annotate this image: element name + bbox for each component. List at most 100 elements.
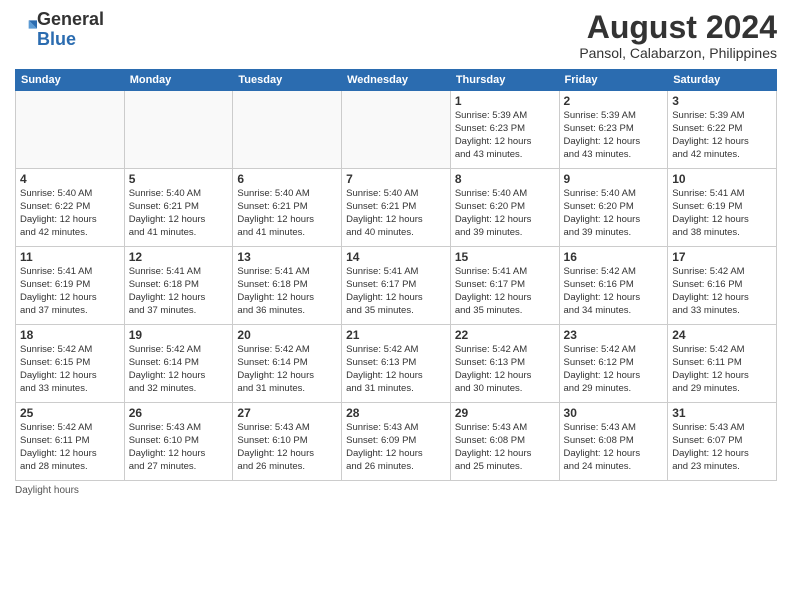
logo-general-text: General xyxy=(37,9,104,29)
day-info: Sunrise: 5:42 AM Sunset: 6:13 PM Dayligh… xyxy=(346,344,446,395)
calendar-cell: 15 Sunrise: 5:41 AM Sunset: 6:17 PM Dayli… xyxy=(450,247,559,325)
calendar-cell: 19Sunrise: 5:42 AM Sunset: 6:14 PM Dayli… xyxy=(124,325,233,403)
calendar-cell xyxy=(16,91,125,169)
calendar-cell: 8Sunrise: 5:40 AM Sunset: 6:20 PM Daylig… xyxy=(450,169,559,247)
week-row-3: 11Sunrise: 5:41 AM Sunset: 6:19 PM Dayli… xyxy=(16,247,777,325)
calendar-cell: 22 Sunrise: 5:42 AM Sunset: 6:13 PM Dayli… xyxy=(450,325,559,403)
day-info: Sunrise: 5:42 AM Sunset: 6:11 PM Dayligh… xyxy=(20,422,120,473)
day-header-wednesday: Wednesday xyxy=(342,70,451,91)
day-number: 23 xyxy=(564,328,664,342)
day-header-monday: Monday xyxy=(124,70,233,91)
calendar-cell: 14 Sunrise: 5:41 AM Sunset: 6:17 PM Dayli… xyxy=(342,247,451,325)
calendar-cell: 7 Sunrise: 5:40 AM Sunset: 6:21 PM Daylig… xyxy=(342,169,451,247)
calendar-cell: 29 Sunrise: 5:43 AM Sunset: 6:08 PM Dayli… xyxy=(450,403,559,481)
day-number: 4 xyxy=(20,172,120,186)
month-title: August 2024 xyxy=(579,10,777,45)
calendar-cell xyxy=(342,91,451,169)
calendar-cell: 12 Sunrise: 5:41 AM Sunset: 6:18 PM Dayli… xyxy=(124,247,233,325)
day-info: Sunrise: 5:42 AM Sunset: 6:16 PM Dayligh… xyxy=(564,266,664,317)
day-number: 12 xyxy=(129,250,229,264)
logo: General Blue xyxy=(15,10,104,50)
calendar-cell: 31Sunrise: 5:43 AM Sunset: 6:07 PM Dayli… xyxy=(668,403,777,481)
day-info: Sunrise: 5:43 AM Sunset: 6:08 PM Dayligh… xyxy=(455,422,555,473)
day-header-saturday: Saturday xyxy=(668,70,777,91)
day-number: 7 xyxy=(346,172,446,186)
week-row-4: 18 Sunrise: 5:42 AM Sunset: 6:15 PM Dayli… xyxy=(16,325,777,403)
day-info: Sunrise: 5:43 AM Sunset: 6:10 PM Dayligh… xyxy=(129,422,229,473)
day-info: Sunrise: 5:41 AM Sunset: 6:18 PM Dayligh… xyxy=(237,266,337,317)
day-number: 15 xyxy=(455,250,555,264)
calendar-cell: 5 Sunrise: 5:40 AM Sunset: 6:21 PM Daylig… xyxy=(124,169,233,247)
day-number: 28 xyxy=(346,406,446,420)
calendar-cell: 25 Sunrise: 5:42 AM Sunset: 6:11 PM Dayli… xyxy=(16,403,125,481)
calendar-cell: 13 Sunrise: 5:41 AM Sunset: 6:18 PM Dayli… xyxy=(233,247,342,325)
day-number: 10 xyxy=(672,172,772,186)
day-info: Sunrise: 5:40 AM Sunset: 6:20 PM Dayligh… xyxy=(564,188,664,239)
day-number: 2 xyxy=(564,94,664,108)
day-number: 21 xyxy=(346,328,446,342)
day-number: 16 xyxy=(564,250,664,264)
calendar-cell: 4 Sunrise: 5:40 AM Sunset: 6:22 PM Daylig… xyxy=(16,169,125,247)
day-info: Sunrise: 5:42 AM Sunset: 6:11 PM Dayligh… xyxy=(672,344,772,395)
day-header-tuesday: Tuesday xyxy=(233,70,342,91)
calendar-cell: 16 Sunrise: 5:42 AM Sunset: 6:16 PM Dayli… xyxy=(559,247,668,325)
day-number: 22 xyxy=(455,328,555,342)
calendar-cell: 18 Sunrise: 5:42 AM Sunset: 6:15 PM Dayli… xyxy=(16,325,125,403)
day-number: 11 xyxy=(20,250,120,264)
day-number: 25 xyxy=(20,406,120,420)
week-row-5: 25 Sunrise: 5:42 AM Sunset: 6:11 PM Dayli… xyxy=(16,403,777,481)
calendar-cell: 20 Sunrise: 5:42 AM Sunset: 6:14 PM Dayli… xyxy=(233,325,342,403)
day-number: 14 xyxy=(346,250,446,264)
day-number: 5 xyxy=(129,172,229,186)
title-block: August 2024 Pansol, Calabarzon, Philippi… xyxy=(579,10,777,61)
day-info: Sunrise: 5:41 AM Sunset: 6:17 PM Dayligh… xyxy=(346,266,446,317)
day-number: 18 xyxy=(20,328,120,342)
calendar-cell xyxy=(233,91,342,169)
day-info: Sunrise: 5:40 AM Sunset: 6:20 PM Dayligh… xyxy=(455,188,555,239)
day-info: Sunrise: 5:42 AM Sunset: 6:12 PM Dayligh… xyxy=(564,344,664,395)
day-info: Sunrise: 5:42 AM Sunset: 6:14 PM Dayligh… xyxy=(237,344,337,395)
header-row: SundayMondayTuesdayWednesdayThursdayFrid… xyxy=(16,70,777,91)
calendar-cell: 2 Sunrise: 5:39 AM Sunset: 6:23 PM Daylig… xyxy=(559,91,668,169)
day-number: 9 xyxy=(564,172,664,186)
day-info: Sunrise: 5:42 AM Sunset: 6:16 PM Dayligh… xyxy=(672,266,772,317)
calendar-cell: 28 Sunrise: 5:43 AM Sunset: 6:09 PM Dayli… xyxy=(342,403,451,481)
header: General Blue August 2024 Pansol, Calabar… xyxy=(15,10,777,61)
day-number: 17 xyxy=(672,250,772,264)
calendar-cell: 6Sunrise: 5:40 AM Sunset: 6:21 PM Daylig… xyxy=(233,169,342,247)
day-number: 20 xyxy=(237,328,337,342)
day-info: Sunrise: 5:42 AM Sunset: 6:14 PM Dayligh… xyxy=(129,344,229,395)
day-number: 26 xyxy=(129,406,229,420)
calendar-cell: 17 Sunrise: 5:42 AM Sunset: 6:16 PM Dayli… xyxy=(668,247,777,325)
day-info: Sunrise: 5:43 AM Sunset: 6:08 PM Dayligh… xyxy=(564,422,664,473)
week-row-2: 4 Sunrise: 5:40 AM Sunset: 6:22 PM Daylig… xyxy=(16,169,777,247)
day-number: 13 xyxy=(237,250,337,264)
logo-icon xyxy=(17,17,37,37)
day-number: 31 xyxy=(672,406,772,420)
day-info: Sunrise: 5:43 AM Sunset: 6:09 PM Dayligh… xyxy=(346,422,446,473)
day-number: 24 xyxy=(672,328,772,342)
logo-blue-text: Blue xyxy=(37,29,76,49)
day-header-sunday: Sunday xyxy=(16,70,125,91)
calendar-cell: 23 Sunrise: 5:42 AM Sunset: 6:12 PM Dayli… xyxy=(559,325,668,403)
day-info: Sunrise: 5:40 AM Sunset: 6:21 PM Dayligh… xyxy=(129,188,229,239)
day-info: Sunrise: 5:41 AM Sunset: 6:18 PM Dayligh… xyxy=(129,266,229,317)
calendar-cell: 1Sunrise: 5:39 AM Sunset: 6:23 PM Daylig… xyxy=(450,91,559,169)
day-number: 29 xyxy=(455,406,555,420)
day-info: Sunrise: 5:39 AM Sunset: 6:23 PM Dayligh… xyxy=(564,110,664,161)
day-header-thursday: Thursday xyxy=(450,70,559,91)
day-info: Sunrise: 5:42 AM Sunset: 6:13 PM Dayligh… xyxy=(455,344,555,395)
day-info: Sunrise: 5:41 AM Sunset: 6:17 PM Dayligh… xyxy=(455,266,555,317)
day-info: Sunrise: 5:40 AM Sunset: 6:21 PM Dayligh… xyxy=(237,188,337,239)
calendar-page: General Blue August 2024 Pansol, Calabar… xyxy=(0,0,792,612)
day-info: Sunrise: 5:39 AM Sunset: 6:22 PM Dayligh… xyxy=(672,110,772,161)
calendar-cell xyxy=(124,91,233,169)
calendar-table: SundayMondayTuesdayWednesdayThursdayFrid… xyxy=(15,69,777,481)
day-info: Sunrise: 5:40 AM Sunset: 6:21 PM Dayligh… xyxy=(346,188,446,239)
day-info: Sunrise: 5:41 AM Sunset: 6:19 PM Dayligh… xyxy=(672,188,772,239)
calendar-cell: 24 Sunrise: 5:42 AM Sunset: 6:11 PM Dayli… xyxy=(668,325,777,403)
day-info: Sunrise: 5:40 AM Sunset: 6:22 PM Dayligh… xyxy=(20,188,120,239)
day-number: 27 xyxy=(237,406,337,420)
day-info: Sunrise: 5:42 AM Sunset: 6:15 PM Dayligh… xyxy=(20,344,120,395)
week-row-1: 1Sunrise: 5:39 AM Sunset: 6:23 PM Daylig… xyxy=(16,91,777,169)
